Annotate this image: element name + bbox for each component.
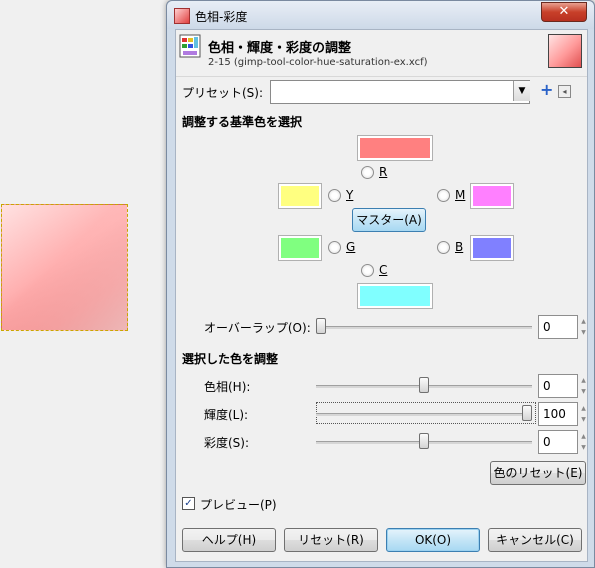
lightness-value[interactable]: 100: [543, 407, 566, 421]
dropdown-arrow-icon[interactable]: ▼: [513, 81, 530, 101]
hue-saturation-dialog: 色相-彩度 ✕ 色相・輝度・彩度の調整 2-15 (gimp-tool-colo…: [166, 0, 595, 568]
preset-menu-icon[interactable]: ◂: [558, 85, 571, 98]
canvas-image-preview: [1, 204, 128, 331]
lightness-slider-thumb[interactable]: [522, 405, 532, 421]
spin-up-icon[interactable]: ▲: [579, 316, 588, 327]
cancel-button[interactable]: キャンセル(C): [488, 528, 582, 552]
master-button[interactable]: マスター(A): [352, 208, 426, 232]
title-bar[interactable]: 色相-彩度 ✕: [167, 1, 594, 29]
spin-down-icon[interactable]: ▼: [579, 414, 588, 425]
hue-spinbox[interactable]: 0 ▲ ▼: [538, 374, 586, 398]
spin-up-icon[interactable]: ▲: [579, 375, 588, 386]
saturation-spinbox[interactable]: 0 ▲ ▼: [538, 430, 586, 454]
radio-blue[interactable]: [437, 241, 450, 254]
preview-checkbox[interactable]: ✓: [182, 497, 195, 510]
radio-cyan-label[interactable]: C: [379, 263, 387, 277]
preset-combobox[interactable]: [270, 80, 530, 104]
preset-label: プリセット(S):: [182, 86, 264, 100]
help-button[interactable]: ヘルプ(H): [182, 528, 276, 552]
image-name: 2-15 (gimp-tool-color-hue-saturation-ex.…: [208, 57, 428, 68]
radio-magenta-label[interactable]: M: [455, 188, 465, 202]
spin-down-icon[interactable]: ▼: [579, 327, 588, 338]
overlap-slider-thumb[interactable]: [316, 318, 326, 334]
window-title: 色相-彩度: [195, 10, 248, 24]
spin-down-icon[interactable]: ▼: [579, 386, 588, 397]
radio-magenta[interactable]: [437, 189, 450, 202]
saturation-label: 彩度(S):: [204, 436, 250, 450]
ok-button[interactable]: OK(O): [386, 528, 480, 552]
dialog-client-area: 色相・輝度・彩度の調整 2-15 (gimp-tool-color-hue-sa…: [175, 29, 588, 562]
swatch-yellow: [278, 183, 322, 209]
hue-saturation-tool-icon: [179, 34, 201, 58]
primary-color-section-title: 調整する基準色を選択: [182, 115, 303, 129]
overlap-spinbox[interactable]: 0 ▲ ▼: [538, 315, 586, 339]
overlap-value[interactable]: 0: [543, 320, 551, 334]
close-button[interactable]: ✕: [541, 2, 587, 22]
swatch-green: [278, 235, 322, 261]
overlap-slider[interactable]: [316, 326, 532, 329]
reset-button[interactable]: リセット(R): [284, 528, 378, 552]
radio-green-label[interactable]: G: [346, 240, 355, 254]
lightness-label: 輝度(L):: [204, 408, 249, 422]
spin-up-icon[interactable]: ▲: [579, 403, 588, 414]
adjust-section-title: 選択した色を調整: [182, 352, 279, 366]
spin-up-icon[interactable]: ▲: [579, 431, 588, 442]
radio-red[interactable]: [361, 166, 374, 179]
hue-label: 色相(H):: [204, 380, 251, 394]
hue-value[interactable]: 0: [543, 379, 551, 393]
saturation-slider-thumb[interactable]: [419, 433, 429, 449]
lightness-slider[interactable]: [316, 413, 532, 416]
swatch-cyan: [357, 283, 433, 309]
overlap-label: オーバーラップ(O):: [204, 321, 311, 335]
swatch-blue: [470, 235, 514, 261]
spin-down-icon[interactable]: ▼: [579, 442, 588, 453]
add-preset-icon[interactable]: +: [540, 82, 553, 98]
swatch-red: [357, 135, 433, 161]
saturation-value[interactable]: 0: [543, 435, 551, 449]
radio-cyan[interactable]: [361, 264, 374, 277]
radio-red-label[interactable]: R: [379, 165, 387, 179]
dialog-heading: 色相・輝度・彩度の調整: [208, 41, 352, 56]
radio-green[interactable]: [328, 241, 341, 254]
radio-blue-label[interactable]: B: [455, 240, 463, 254]
lightness-spinbox[interactable]: 100 ▲ ▼: [538, 402, 586, 426]
reset-color-button[interactable]: 色のリセット(E): [490, 461, 586, 485]
header-divider: [176, 76, 587, 77]
preview-label[interactable]: プレビュー(P): [200, 496, 277, 513]
hue-slider-thumb[interactable]: [419, 377, 429, 393]
drawable-preview-swatch: [548, 34, 582, 68]
radio-yellow[interactable]: [328, 189, 341, 202]
radio-yellow-label[interactable]: Y: [346, 188, 353, 202]
swatch-magenta: [470, 183, 514, 209]
app-icon: [174, 8, 190, 24]
